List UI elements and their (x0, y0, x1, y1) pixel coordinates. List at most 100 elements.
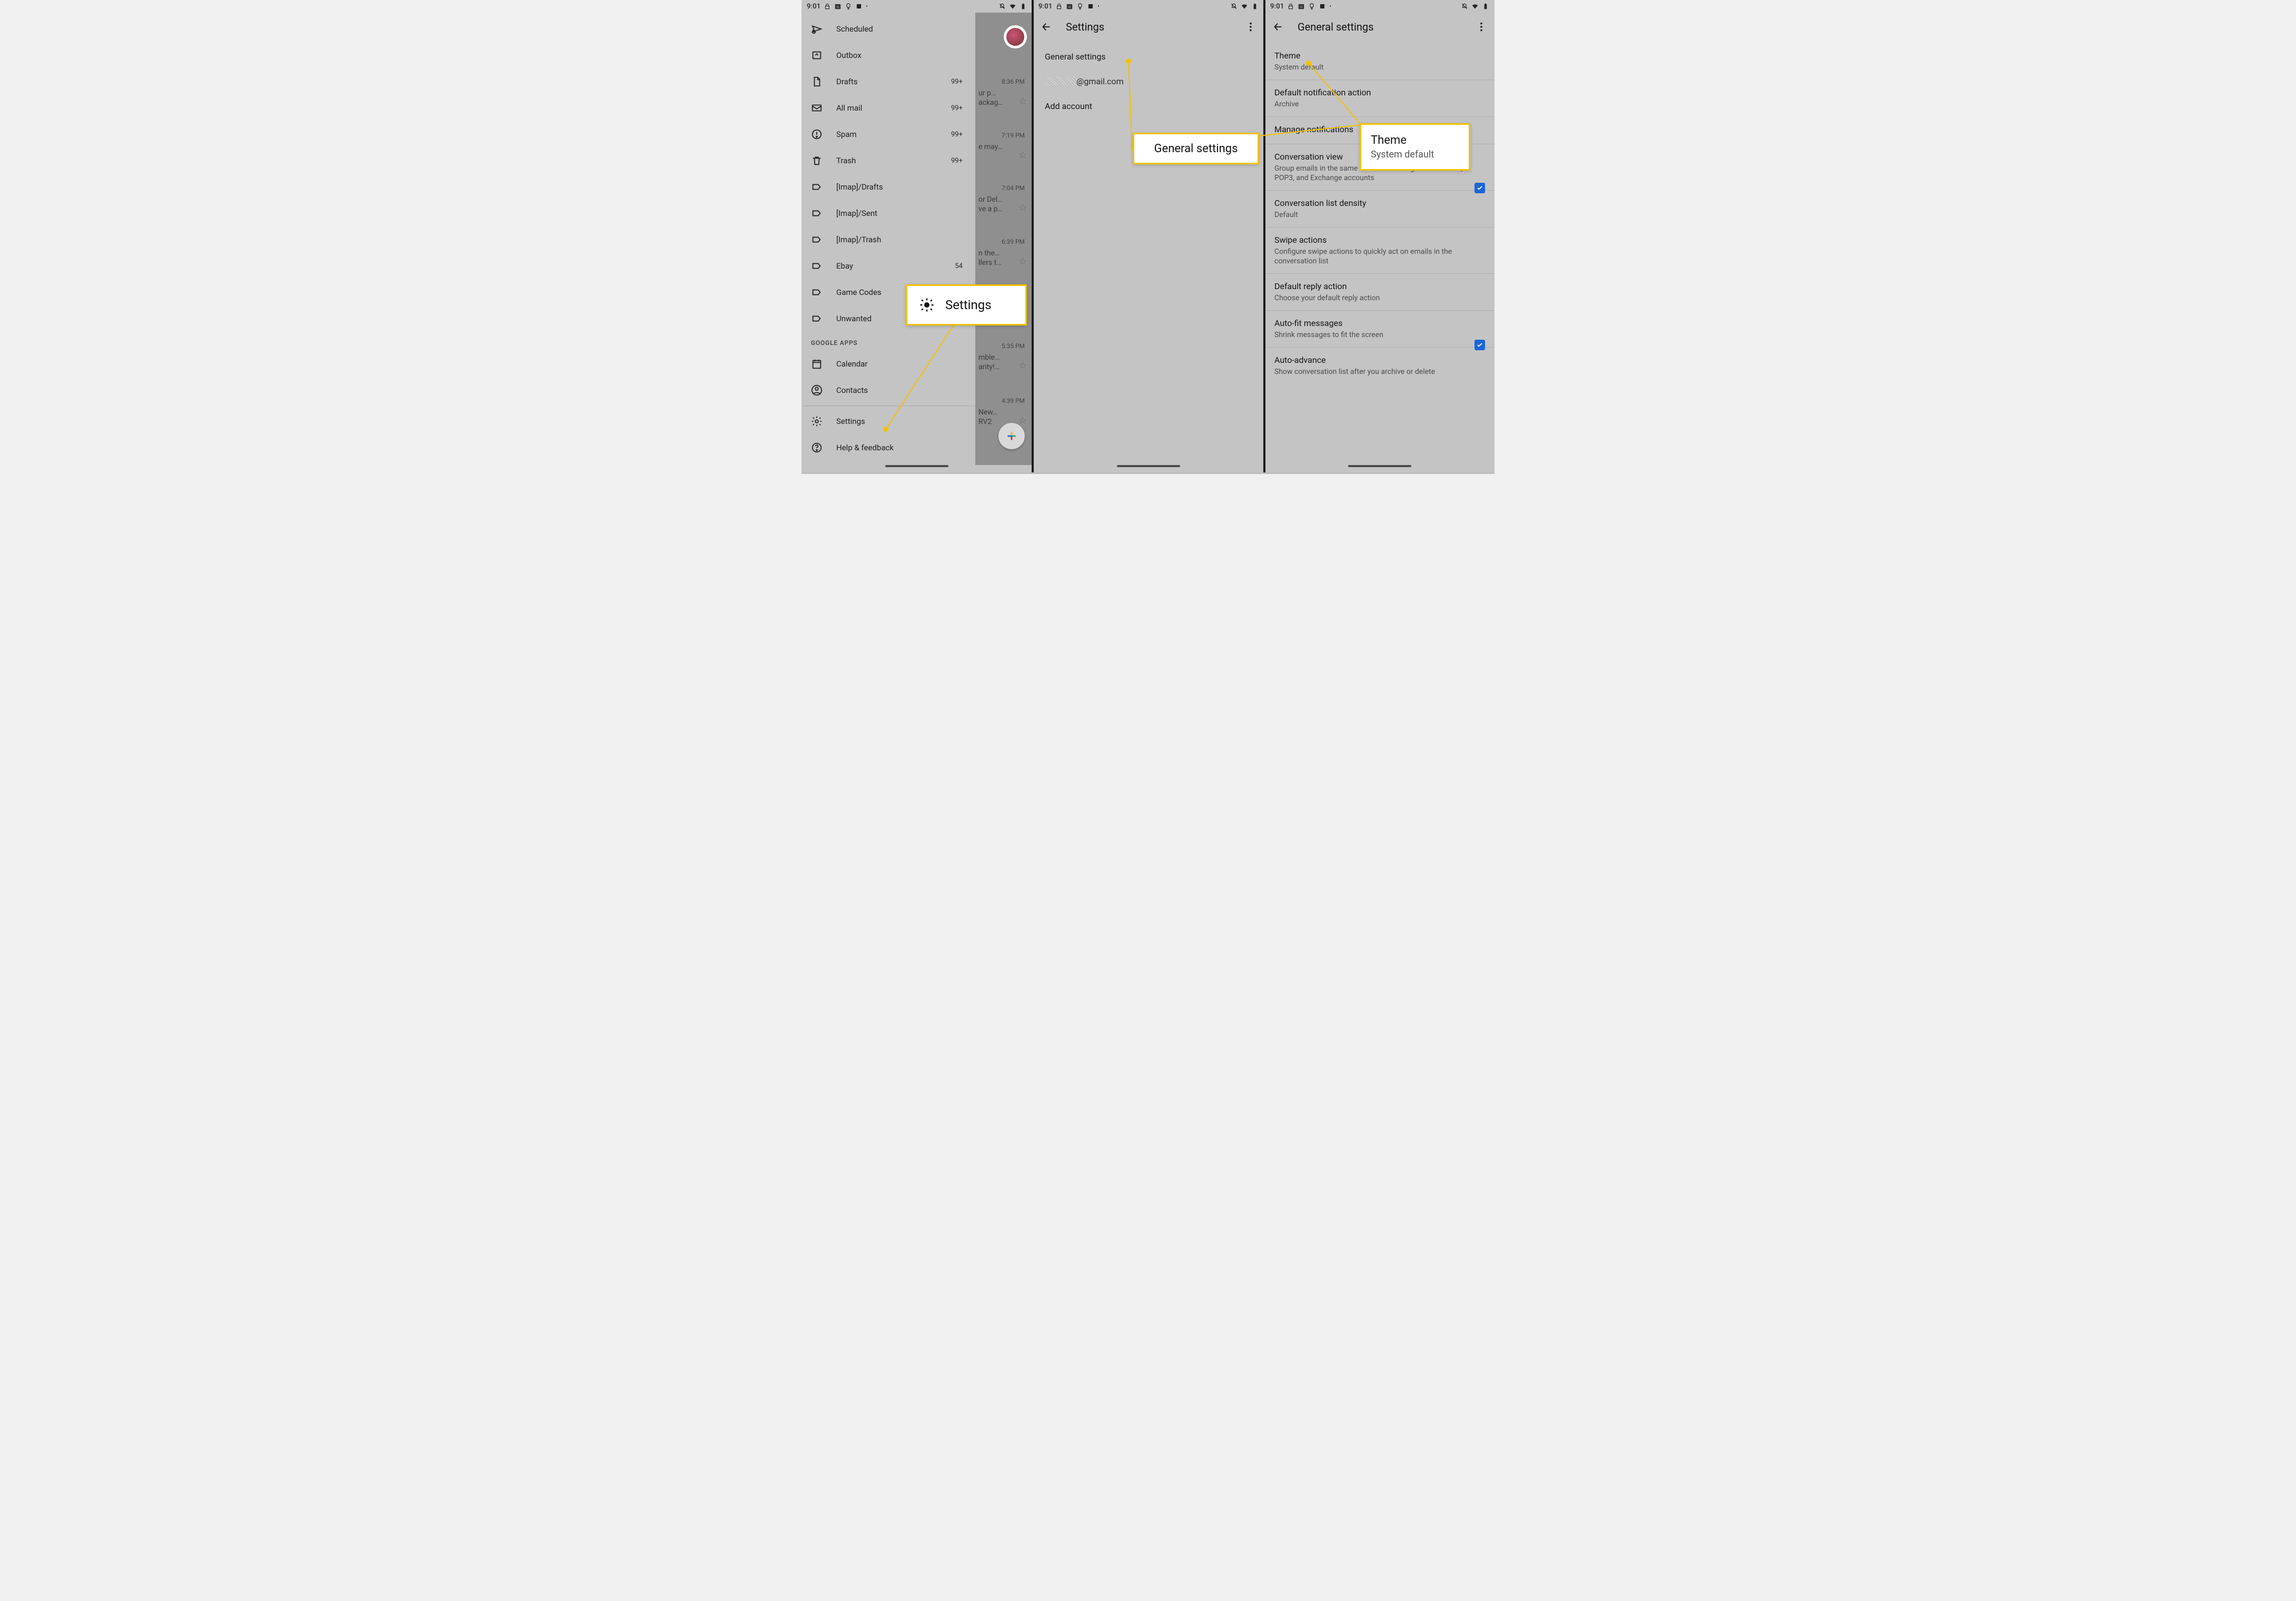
status-bar: 9:01 31 • (801, 0, 1032, 13)
star-icon[interactable]: ☆ (1018, 256, 1027, 267)
spam-icon (811, 129, 823, 140)
drawer-item[interactable]: Outbox (801, 42, 975, 68)
drawer-label: Scheduled (836, 24, 873, 34)
row-title: Swipe actions (1274, 235, 1485, 245)
gesture-navbar[interactable] (1033, 465, 1264, 470)
drawer-label: Game Codes (836, 288, 882, 297)
drawer-item[interactable]: Ebay 54 (801, 253, 975, 279)
label-icon (811, 260, 823, 272)
drawer-label: Settings (836, 417, 865, 426)
gear-icon (919, 297, 935, 313)
drawer-item[interactable]: Trash 99+ (801, 147, 975, 174)
drawer-count: 54 (955, 262, 966, 270)
row-subtitle: Choose your default reply action (1274, 293, 1464, 303)
row-subtitle: Shrink messages to fit the screen (1274, 330, 1464, 340)
more-dot-icon: • (1097, 4, 1100, 9)
screenshot-2: 9:01 31 • Settings General settings @gma… (1033, 0, 1264, 472)
drawer-label: Calendar (836, 359, 868, 369)
email-time: 7:04 PM (1002, 184, 1025, 192)
account-avatar[interactable] (1004, 25, 1027, 48)
star-icon[interactable]: ☆ (1018, 415, 1027, 426)
settings-row[interactable]: Auto-advance Show conversation list afte… (1265, 348, 1495, 384)
drawer-label: All mail (836, 103, 862, 113)
drawer-item[interactable]: Drafts 99+ (801, 68, 975, 95)
drawer-count: 99+ (951, 131, 966, 139)
drawer-app-item[interactable]: Contacts (801, 377, 975, 403)
row-subtitle: Configure swipe actions to quickly act o… (1274, 247, 1464, 266)
email-time: 5:35 PM (1002, 342, 1025, 350)
drawer-footer-item[interactable]: Settings (801, 408, 975, 434)
battery-icon (1482, 3, 1489, 10)
callout-theme: Theme System default (1360, 123, 1470, 171)
settings-row[interactable]: Theme System default (1265, 43, 1495, 80)
more-dot-icon: • (866, 4, 868, 9)
inbox-behind-drawer: 8:36 PM ur p…ackag… ☆ 7:19 PM e may… ☆ 7… (975, 13, 1032, 465)
bulb-icon (845, 3, 852, 10)
drawer-item[interactable]: Scheduled (801, 16, 975, 42)
settings-row[interactable]: Default reply action Choose your default… (1265, 274, 1495, 311)
status-time: 9:01 (1038, 3, 1052, 11)
drawer-item[interactable]: [Imap]/Trash (801, 226, 975, 253)
settings-general[interactable]: General settings (1033, 44, 1264, 69)
overflow-icon[interactable] (1476, 21, 1487, 33)
star-icon[interactable]: ☆ (1018, 96, 1027, 107)
drawer-item[interactable]: Spam 99+ (801, 121, 975, 147)
drawer-label: Drafts (836, 77, 858, 86)
compose-fab[interactable] (998, 423, 1025, 449)
row-subtitle: System default (1274, 63, 1464, 72)
status-time: 9:01 (1270, 3, 1284, 11)
settings-account[interactable]: @gmail.com (1033, 69, 1264, 94)
label: Add account (1045, 101, 1092, 111)
drawer-label: Outbox (836, 51, 862, 60)
row-subtitle: Default (1274, 210, 1464, 220)
calendar-icon (811, 358, 823, 370)
appbar: General settings (1265, 13, 1495, 41)
battery-icon (1251, 3, 1259, 10)
bell-off-icon (998, 3, 1006, 10)
calendar31-icon: 31 (834, 3, 842, 10)
settings-add-account[interactable]: Add account (1033, 94, 1264, 118)
label-icon (811, 181, 823, 193)
gear-icon (811, 416, 823, 427)
back-icon[interactable] (1272, 21, 1284, 33)
star-icon[interactable]: ☆ (1018, 150, 1027, 161)
star-icon[interactable]: ☆ (1018, 360, 1027, 371)
overflow-icon[interactable] (1245, 21, 1256, 33)
drawer-item[interactable]: [Imap]/Drafts (801, 174, 975, 200)
drawer-footer-item[interactable]: Help & feedback (801, 434, 975, 461)
baseline (801, 472, 1495, 474)
callout-label: Settings (945, 298, 992, 312)
label: General settings (1045, 52, 1106, 62)
square-icon (1087, 3, 1094, 10)
redacted-username (1045, 76, 1076, 86)
drawer-app-item[interactable]: Calendar (801, 351, 975, 377)
gesture-navbar[interactable] (801, 465, 1032, 470)
drawer-item[interactable]: [Imap]/Sent (801, 200, 975, 226)
drawer-count: 99+ (951, 78, 966, 86)
nav-drawer[interactable]: Scheduled Outbox Drafts 99+ All mail 99+… (801, 13, 975, 465)
svg-text:31: 31 (836, 6, 839, 9)
email-time: 6:39 PM (1002, 238, 1025, 245)
email-time: 4:39 PM (1002, 397, 1025, 404)
callout-sub: System default (1371, 149, 1459, 160)
bell-off-icon (1230, 3, 1238, 10)
settings-row[interactable]: Swipe actions Configure swipe actions to… (1265, 228, 1495, 274)
drawer-label: Ebay (836, 261, 853, 271)
row-subtitle: Archive (1274, 100, 1464, 109)
outbox-icon (811, 50, 823, 61)
settings-row[interactable]: Auto-fit messages Shrink messages to fit… (1265, 311, 1495, 348)
square-icon (1319, 3, 1326, 10)
settings-row[interactable]: Default notification action Archive (1265, 80, 1495, 117)
callout-title: Theme (1371, 134, 1459, 147)
separator (1263, 0, 1265, 472)
calendar31-icon: 31 (1066, 3, 1073, 10)
gesture-navbar[interactable] (1265, 465, 1495, 470)
back-icon[interactable] (1041, 21, 1052, 33)
drawer-item[interactable]: All mail 99+ (801, 95, 975, 121)
star-icon[interactable]: ☆ (1018, 202, 1027, 213)
scheduled-icon (811, 23, 823, 35)
drawer-label: [Imap]/Trash (836, 235, 881, 244)
settings-row[interactable]: Conversation list density Default (1265, 191, 1495, 228)
screenshot-3: 9:01 31 • General settings Theme System … (1265, 0, 1495, 472)
battery-icon (1020, 3, 1027, 10)
